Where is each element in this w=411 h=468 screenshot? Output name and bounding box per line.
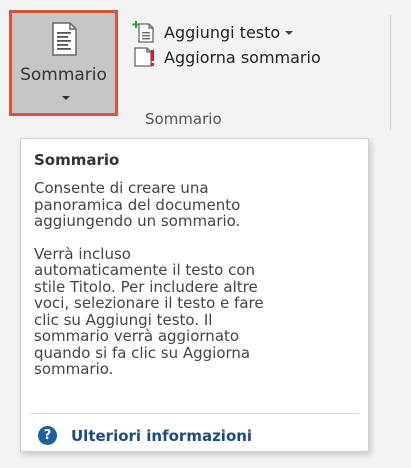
table-of-contents-icon bbox=[52, 22, 77, 56]
chevron-down-icon[interactable] bbox=[62, 96, 70, 100]
help-link-label: Ulteriori informazioni bbox=[71, 426, 253, 445]
help-link[interactable]: ? Ulteriori informazioni bbox=[38, 426, 252, 445]
tooltip-details: Verrà incluso automaticamente il testo c… bbox=[34, 244, 264, 378]
table-of-contents-label: Sommario bbox=[20, 65, 107, 85]
add-text-button[interactable]: Aggiungi testo bbox=[132, 20, 294, 44]
ribbon-group-label: Sommario bbox=[145, 110, 222, 128]
tooltip: Sommario Consente di creare una panorami… bbox=[20, 138, 369, 452]
references-ribbon: Sommario Aggiungi testo Aggiorna sommari… bbox=[0, 0, 411, 140]
add-text-label: Aggiungi testo bbox=[164, 22, 281, 42]
chevron-down-icon[interactable] bbox=[285, 31, 294, 35]
update-table-label: Aggiorna sommario bbox=[164, 47, 321, 67]
update-table-icon bbox=[134, 47, 154, 67]
tooltip-description: Consente di creare una panoramica del do… bbox=[34, 179, 241, 230]
table-of-contents-button[interactable]: Sommario bbox=[9, 10, 118, 116]
add-text-icon bbox=[132, 21, 154, 43]
tooltip-divider bbox=[30, 413, 359, 414]
tooltip-title: Sommario bbox=[34, 151, 120, 169]
ribbon-divider bbox=[390, 15, 391, 130]
update-table-button[interactable]: Aggiorna sommario bbox=[132, 45, 321, 69]
help-icon: ? bbox=[38, 426, 57, 445]
